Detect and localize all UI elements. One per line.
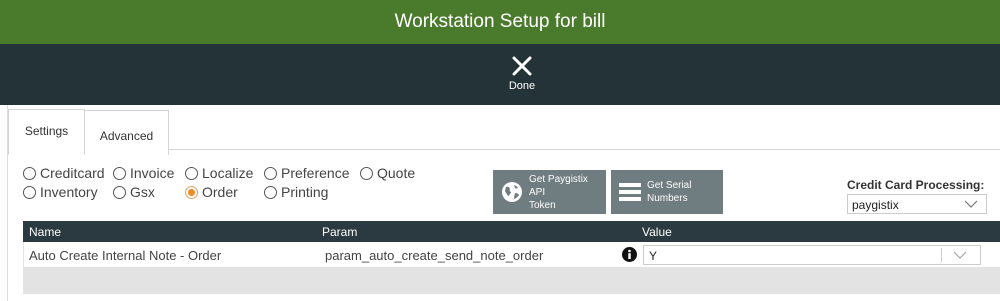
globe-icon [502,182,522,202]
radio-creditcard[interactable]: Creditcard [23,165,105,181]
get-paygistix-token-button[interactable]: Get Paygistix API Token [493,170,606,214]
done-button[interactable]: Done [497,55,547,97]
table-row[interactable]: Auto Create Internal Note - Order param_… [23,242,1000,268]
serial-numbers-label-line1: Get Serial [647,180,692,191]
cell-name: Auto Create Internal Note - Order [29,248,222,263]
radio-label: Quote [377,165,416,181]
list-icon [619,183,641,201]
radio-label: Localize [202,165,254,181]
toolbar: Done [0,44,1000,105]
info-icon[interactable] [622,247,637,262]
chevron-down-icon [953,251,967,259]
radio-circle [23,185,36,199]
radio-circle [113,166,126,180]
radio-order[interactable]: Order [185,184,238,200]
empty-row [23,268,1000,294]
done-label: Done [508,80,536,92]
radio-circle [264,166,277,180]
value-select-value: Y [649,249,658,263]
column-header-param: Param [322,225,358,239]
column-header-name: Name [29,225,62,239]
get-serial-numbers-button[interactable]: Get Serial Numbers [611,170,723,214]
radio-quote[interactable]: Quote [360,165,415,181]
radio-printing[interactable]: Printing [264,184,328,200]
radio-label: Printing [281,184,329,200]
radio-label: Creditcard [40,165,105,181]
tab-settings[interactable]: Settings [8,109,85,155]
radio-gsx[interactable]: Gsx [113,184,155,200]
radio-circle [113,185,126,199]
window-title-bar: Workstation Setup for bill [0,0,1000,44]
radio-preference[interactable]: Preference [264,165,349,181]
tab-divider [168,149,1000,150]
radio-circle [185,166,198,180]
paygistix-token-label: Get Paygistix API Token [529,173,606,212]
radio-circle [264,185,277,199]
radio-label: Order [202,184,238,200]
tab-advanced[interactable]: Advanced [84,110,169,155]
settings-grid: Name Param Value Auto Create Internal No… [23,221,1000,294]
serial-numbers-label: Get Serial Numbers [647,179,691,205]
radio-circle-selected [185,185,198,199]
radio-circle [23,166,36,180]
select-divider [941,248,942,262]
tab-settings-label: Settings [24,124,69,138]
radio-label: Inventory [40,184,98,200]
category-radio-group: Creditcard Invoice Localize Preference Q… [23,165,493,205]
credit-card-processing-label: Credit Card Processing: [847,178,985,192]
settings-panel: Settings Advanced Creditcard Invoice Loc… [7,105,1000,301]
value-select[interactable]: Y [643,245,981,265]
grid-header: Name Param Value [23,221,1000,242]
radio-circle [360,166,373,180]
chevron-down-icon [964,200,978,208]
column-header-value: Value [642,225,672,239]
paygistix-token-label-line1: Get Paygistix API [529,173,588,198]
window-title: Workstation Setup for bill [394,11,606,32]
radio-invoice[interactable]: Invoice [113,165,174,181]
credit-card-processing-value: paygistix [852,198,899,212]
radio-label: Gsx [130,184,155,200]
close-icon [512,56,532,76]
cell-param: param_auto_create_send_note_order [325,248,544,263]
radio-label: Invoice [130,165,175,181]
radio-localize[interactable]: Localize [185,165,253,181]
radio-inventory[interactable]: Inventory [23,184,98,200]
credit-card-processing-select[interactable]: paygistix [847,194,987,214]
radio-label: Preference [281,165,350,181]
tab-advanced-label: Advanced [99,129,154,143]
serial-numbers-label-line2: Numbers [647,193,688,204]
paygistix-token-label-line2: Token [529,199,556,211]
